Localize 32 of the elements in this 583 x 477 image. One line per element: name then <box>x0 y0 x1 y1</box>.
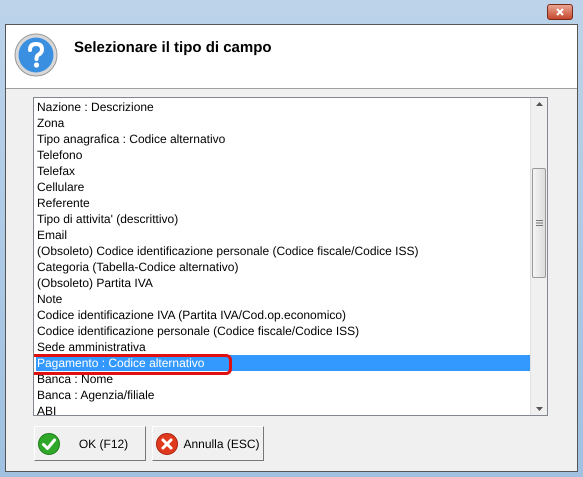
dialog-title: Selezionare il tipo di campo <box>74 38 272 58</box>
ok-button[interactable]: OK (F12) <box>34 426 146 461</box>
list-item[interactable]: Zona <box>36 115 530 131</box>
list-item[interactable]: Telefono <box>36 147 530 163</box>
list-item[interactable]: Categoria (Tabella-Codice alternativo) <box>36 259 530 275</box>
close-button[interactable] <box>547 4 573 20</box>
list-item[interactable]: Codice identificazione personale (Codice fiscale/Codice ISS) <box>36 323 530 339</box>
list-item[interactable]: Tipo anagrafica : Codice alternativo <box>36 131 530 147</box>
list-item[interactable]: Codice identificazione IVA (Partita IVA/Cod.op.economico) <box>36 307 530 323</box>
question-icon <box>14 33 58 77</box>
close-icon <box>556 8 564 16</box>
list-item[interactable]: Tipo di attivita' (descrittivo) <box>36 211 530 227</box>
scroll-down-icon[interactable] <box>536 407 542 411</box>
scroll-thumb[interactable] <box>532 168 546 278</box>
list-item[interactable]: Cellulare <box>36 179 530 195</box>
scrollbar[interactable] <box>530 98 547 415</box>
list-item[interactable]: ABI <box>36 403 530 415</box>
list-item[interactable]: Email <box>36 227 530 243</box>
list-item[interactable]: Telefax <box>36 163 530 179</box>
check-icon <box>38 432 60 454</box>
list-item[interactable]: (Obsoleto) Codice identificazione personale (Codice fiscale/Codice ISS) <box>36 243 530 259</box>
list-item[interactable]: Banca : Agenzia/filiale <box>36 387 530 403</box>
list-item[interactable]: Banca : Nome <box>36 371 530 387</box>
cancel-icon <box>156 432 178 454</box>
list-item[interactable]: Referente <box>36 195 530 211</box>
grip-icon <box>536 220 542 226</box>
list-item[interactable]: Sede amministrativa <box>36 339 530 355</box>
list-item[interactable]: Nazione : Descrizione <box>36 99 530 115</box>
cancel-button[interactable]: Annulla (ESC) <box>152 426 264 461</box>
scroll-up-icon[interactable] <box>536 102 542 106</box>
list-item[interactable]: Note <box>36 291 530 307</box>
list-item[interactable]: (Obsoleto) Partita IVA <box>36 275 530 291</box>
